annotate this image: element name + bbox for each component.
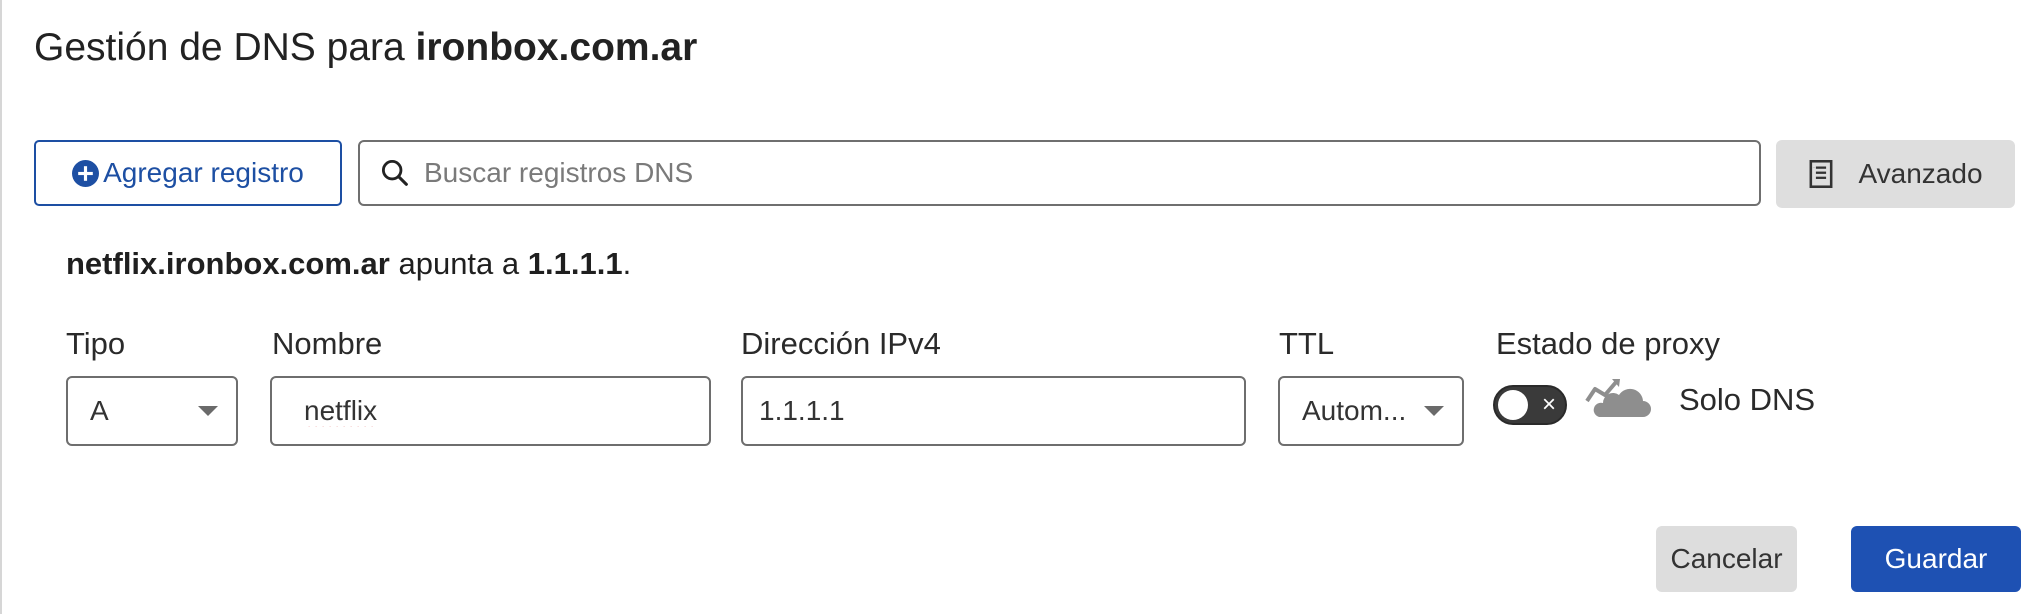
summary-period: . <box>622 246 632 281</box>
advanced-button[interactable]: Avanzado <box>1776 140 2015 208</box>
ipv4-field[interactable] <box>741 376 1246 446</box>
toggle-knob <box>1498 390 1528 420</box>
summary-hostname: netflix.ironbox.com.ar <box>66 246 390 281</box>
record-summary: netflix.ironbox.com.ar apunta a 1.1.1.1. <box>66 246 631 282</box>
proxy-label: Estado de proxy <box>1496 326 1721 361</box>
chevron-down-icon <box>198 406 218 416</box>
ipv4-input[interactable] <box>743 394 1244 428</box>
type-select[interactable]: A <box>66 376 238 446</box>
type-label: Tipo <box>66 326 126 361</box>
summary-target: 1.1.1.1 <box>527 246 623 281</box>
save-button[interactable]: Guardar <box>1851 526 2021 592</box>
cancel-button[interactable]: Cancelar <box>1656 526 1797 592</box>
cloud-dns-only-icon <box>1585 379 1651 417</box>
name-input[interactable] <box>272 394 709 428</box>
search-box[interactable] <box>358 140 1761 206</box>
search-input[interactable] <box>422 156 1726 190</box>
plus-circle-icon <box>72 159 100 187</box>
search-icon <box>381 159 408 186</box>
name-field[interactable] <box>270 376 711 446</box>
close-icon: × <box>1541 391 1556 418</box>
summary-verb: apunta a <box>398 246 520 281</box>
proxy-toggle[interactable]: × <box>1493 385 1567 425</box>
type-value: A <box>90 395 109 426</box>
proxy-status-text: Solo DNS <box>1679 382 1816 417</box>
chevron-down-icon <box>1424 406 1444 416</box>
ttl-select[interactable]: Autom... <box>1278 376 1464 446</box>
ttl-value: Autom... <box>1302 395 1407 426</box>
ipv4-label: Dirección IPv4 <box>741 326 941 361</box>
document-icon <box>1810 160 1833 188</box>
title-prefix: Gestión de DNS para <box>34 26 405 69</box>
add-record-label: Agregar registro <box>103 157 304 188</box>
name-label: Nombre <box>272 326 383 361</box>
ttl-label: TTL <box>1279 326 1335 361</box>
page-title: Gestión de DNS para ironbox.com.ar <box>34 26 697 70</box>
add-record-button[interactable]: Agregar registro <box>34 140 342 206</box>
domain-name: ironbox.com.ar <box>415 26 698 69</box>
panel-border <box>0 0 2 614</box>
advanced-label: Avanzado <box>1858 158 1983 189</box>
